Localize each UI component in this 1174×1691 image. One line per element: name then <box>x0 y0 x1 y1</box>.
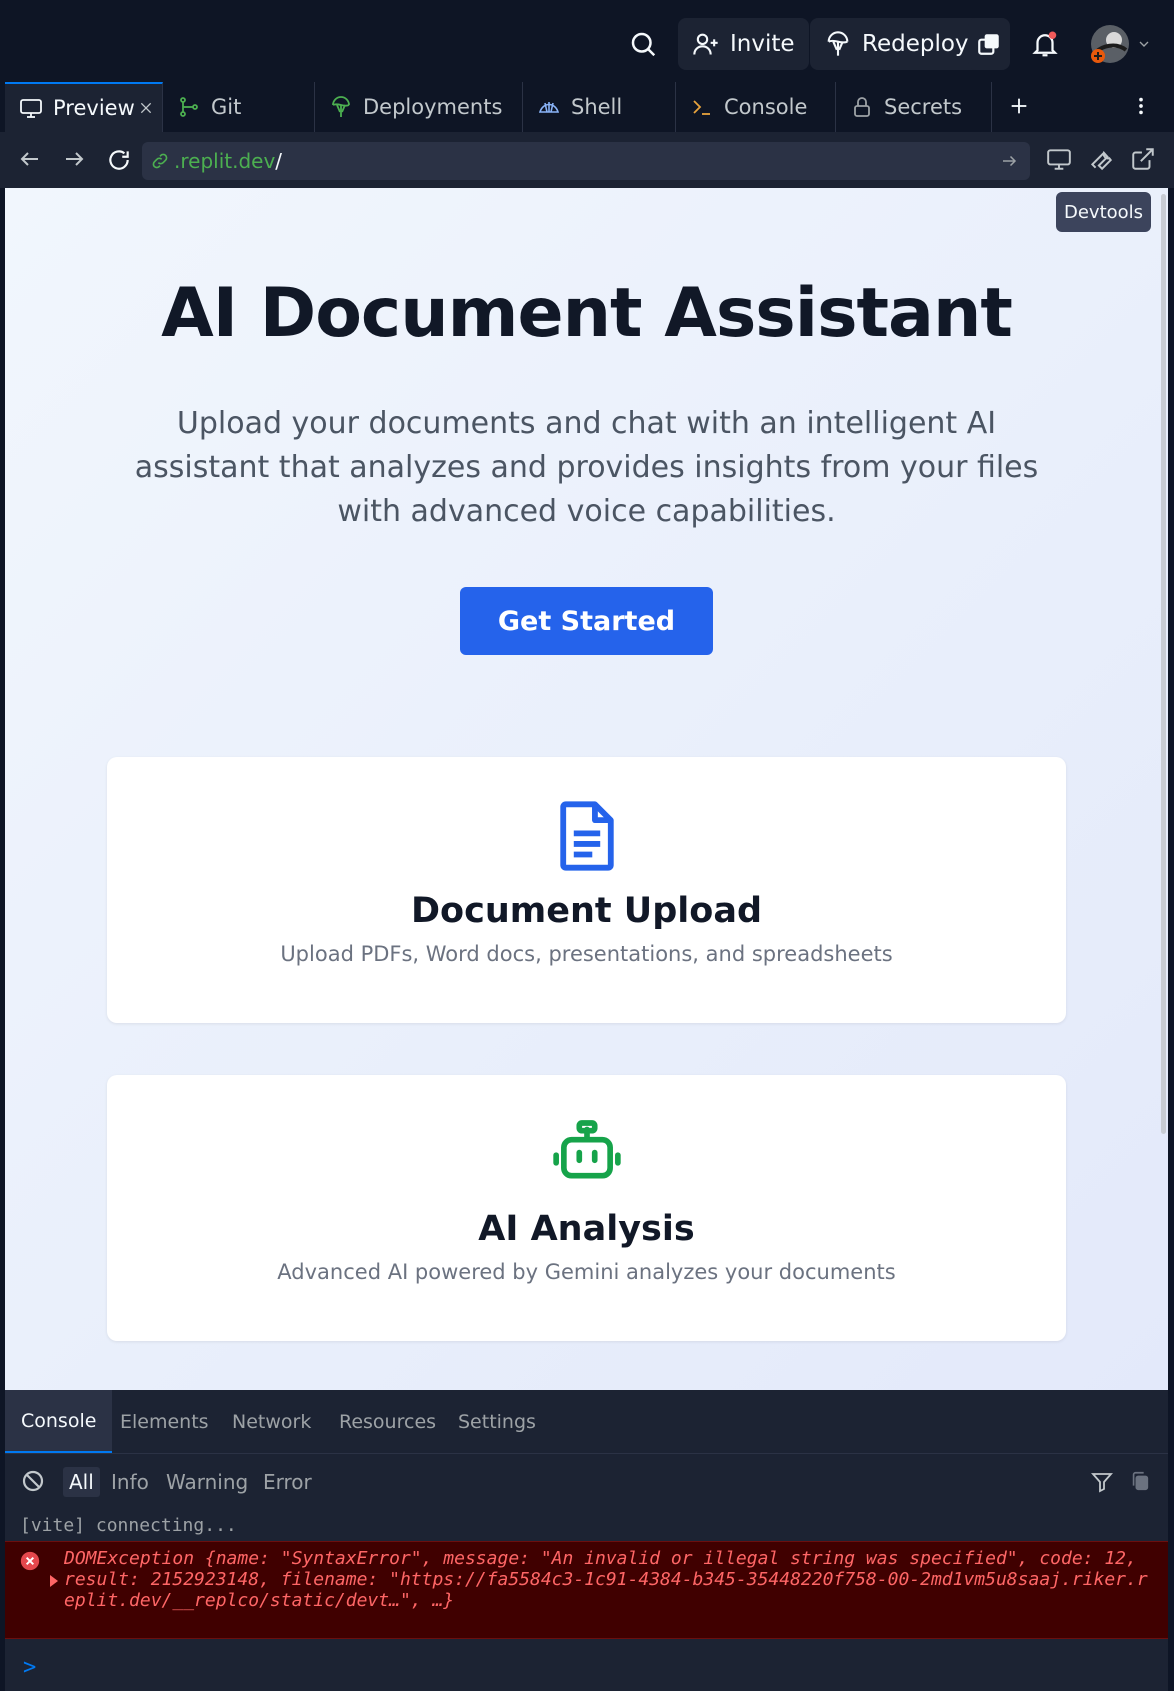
redeploy-options-button[interactable] <box>968 18 1010 70</box>
devtools-tab-resources[interactable]: Resources <box>339 1390 436 1453</box>
link-icon <box>150 151 170 171</box>
tab-label: Secrets <box>884 95 963 119</box>
card-title: Document Upload <box>411 891 762 931</box>
chevron-down-icon[interactable] <box>1136 18 1152 70</box>
error-icon <box>20 1551 40 1571</box>
forward-arrow-icon[interactable] <box>62 147 86 171</box>
card-title: AI Analysis <box>478 1209 695 1249</box>
close-icon[interactable] <box>138 100 154 116</box>
preview-viewport: AI Document Assistant Upload your docume… <box>5 188 1168 1390</box>
tab-label: Console <box>724 95 808 119</box>
card-description: Advanced AI powered by Gemini analyzes y… <box>277 1260 896 1284</box>
filter-all[interactable]: All <box>63 1467 100 1497</box>
devtools-wrench-icon[interactable] <box>1088 146 1114 172</box>
workspace-header: Invite Redeploy <box>0 0 1174 82</box>
filter-warning[interactable]: Warning <box>166 1467 248 1497</box>
copy-icon[interactable] <box>1129 1470 1151 1492</box>
log-error-text[interactable]: DOMException {name: "SyntaxError", messa… <box>64 1548 1154 1611</box>
filter-icon[interactable] <box>1090 1470 1114 1494</box>
console-prompt[interactable]: > <box>23 1655 36 1680</box>
devtools-tab-network[interactable]: Network <box>232 1390 311 1453</box>
console-filter-bar: All Info Warning Error <box>5 1453 1168 1511</box>
card-description: Upload PDFs, Word docs, presentations, a… <box>280 942 893 966</box>
invite-label: Invite <box>730 31 795 57</box>
shell-icon <box>537 95 561 119</box>
expand-caret-icon[interactable] <box>49 1575 59 1587</box>
monitor-icon <box>19 96 43 120</box>
log-line: [vite] connecting... <box>20 1515 237 1536</box>
deploy-icon <box>824 30 852 58</box>
tab-label: Deployments <box>363 95 503 119</box>
lock-icon <box>850 95 874 119</box>
page-title: AI Document Assistant <box>161 274 1013 353</box>
back-arrow-icon[interactable] <box>18 147 42 171</box>
search-icon[interactable] <box>628 18 658 70</box>
clear-console-icon[interactable] <box>21 1469 45 1493</box>
devtools-tab-elements[interactable]: Elements <box>120 1390 209 1453</box>
tab-secrets[interactable]: Secrets <box>836 82 992 132</box>
devtools-tabs: Console Elements Network Resources Setti… <box>5 1390 1168 1454</box>
page-subtitle: Upload your documents and chat with an i… <box>134 406 1039 529</box>
redeploy-button[interactable]: Redeploy <box>810 18 988 70</box>
deploy-icon <box>329 95 353 119</box>
get-started-button[interactable]: Get Started <box>460 587 713 655</box>
terminal-icon <box>690 95 714 119</box>
workspace-tabs: Preview Git Deployments Shell Console Se… <box>0 82 1174 133</box>
console-log-area: [vite] connecting... DOMException {name:… <box>5 1511 1168 1691</box>
filter-info[interactable]: Info <box>111 1467 149 1497</box>
go-arrow-icon[interactable] <box>1000 152 1018 170</box>
tab-console[interactable]: Console <box>676 82 836 132</box>
invite-button[interactable]: Invite <box>678 18 809 70</box>
url-path: / <box>275 149 283 173</box>
plus-icon[interactable] <box>1008 95 1030 117</box>
document-icon <box>555 799 619 873</box>
tab-deployments[interactable]: Deployments <box>315 82 523 132</box>
redeploy-label: Redeploy <box>862 31 969 57</box>
filter-error[interactable]: Error <box>263 1467 312 1497</box>
open-new-tab-icon[interactable] <box>1130 146 1156 172</box>
feature-card-ai-analysis: AI Analysis Advanced AI powered by Gemin… <box>107 1075 1066 1341</box>
tab-preview[interactable]: Preview <box>5 82 163 132</box>
devtools-tooltip: Devtools <box>1056 192 1152 232</box>
add-user-icon <box>692 30 720 58</box>
tab-shell[interactable]: Shell <box>523 82 676 132</box>
robot-icon <box>551 1119 623 1181</box>
devtools-tab-console[interactable]: Console <box>5 1390 113 1453</box>
refresh-icon[interactable] <box>106 147 132 173</box>
browser-toolbar: .replit.dev / <box>0 132 1174 188</box>
git-branch-icon <box>177 95 201 119</box>
url-field[interactable]: .replit.dev / <box>142 142 1030 180</box>
more-options-icon[interactable] <box>1130 95 1152 117</box>
tab-label: Git <box>211 95 242 119</box>
tab-label: Preview <box>53 96 135 120</box>
device-preview-icon[interactable] <box>1046 146 1072 172</box>
copy-icon <box>976 31 1002 57</box>
url-domain: .replit.dev <box>174 149 276 173</box>
devtools-tab-settings[interactable]: Settings <box>458 1390 536 1453</box>
feature-card-document-upload: Document Upload Upload PDFs, Word docs, … <box>107 757 1066 1023</box>
log-error-line: DOMException {name: "SyntaxError", messa… <box>5 1541 1168 1639</box>
tab-label: Shell <box>571 95 623 119</box>
devtools-panel: Console Elements Network Resources Setti… <box>5 1390 1168 1691</box>
user-avatar[interactable] <box>1088 18 1132 70</box>
tab-git[interactable]: Git <box>163 82 315 132</box>
notification-bell-icon[interactable] <box>1030 18 1060 70</box>
